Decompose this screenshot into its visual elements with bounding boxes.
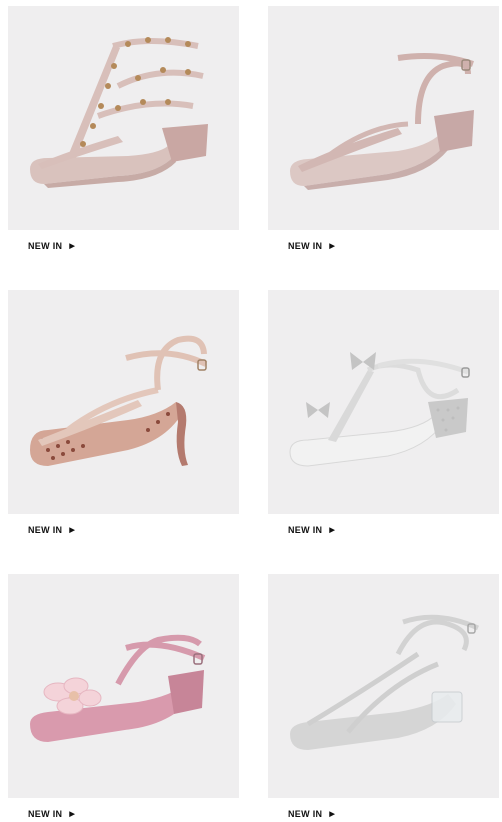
new-in-label: NEW IN — [28, 809, 63, 819]
triangle-right-icon: ▶ — [329, 810, 335, 818]
new-in-label: NEW IN — [28, 241, 63, 251]
triangle-right-icon: ▶ — [69, 242, 75, 250]
triangle-right-icon: ▶ — [329, 526, 335, 534]
product-card-2[interactable]: NEW IN ▶ — [268, 6, 499, 251]
new-in-label: NEW IN — [288, 809, 323, 819]
new-in-label: NEW IN — [288, 241, 323, 251]
new-in-link[interactable]: NEW IN ▶ — [288, 522, 335, 538]
product-image-2[interactable] — [268, 6, 499, 230]
sandal-illustration-5 — [30, 634, 206, 742]
triangle-right-icon: ▶ — [69, 526, 75, 534]
new-in-link[interactable]: NEW IN ▶ — [28, 522, 75, 538]
sandal-illustration-6 — [290, 614, 480, 750]
product-card-1[interactable]: NEW IN ▶ — [8, 6, 239, 251]
product-card-3[interactable]: NEW IN ▶ — [8, 290, 239, 535]
triangle-right-icon: ▶ — [329, 242, 335, 250]
product-image-1[interactable] — [8, 6, 239, 230]
product-card-6[interactable]: NEW IN ▶ — [268, 574, 499, 819]
product-image-6[interactable] — [268, 574, 499, 798]
new-in-label: NEW IN — [288, 525, 323, 535]
sandal-illustration-2 — [290, 53, 474, 190]
new-in-link[interactable]: NEW IN ▶ — [28, 238, 75, 254]
product-image-5[interactable] — [8, 574, 239, 798]
product-image-4[interactable] — [268, 290, 499, 514]
triangle-right-icon: ▶ — [69, 810, 75, 818]
new-in-label: NEW IN — [28, 525, 63, 535]
sandal-illustration-4 — [289, 352, 470, 467]
new-in-link[interactable]: NEW IN ▶ — [288, 806, 335, 822]
product-image-3[interactable] — [8, 290, 239, 514]
sandal-illustration-3 — [30, 335, 208, 466]
product-card-4[interactable]: NEW IN ▶ — [268, 290, 499, 535]
product-card-5[interactable]: NEW IN ▶ — [8, 574, 239, 819]
new-in-link[interactable]: NEW IN ▶ — [288, 238, 335, 254]
new-in-link[interactable]: NEW IN ▶ — [28, 806, 75, 822]
sandal-illustration-1 — [30, 37, 208, 188]
